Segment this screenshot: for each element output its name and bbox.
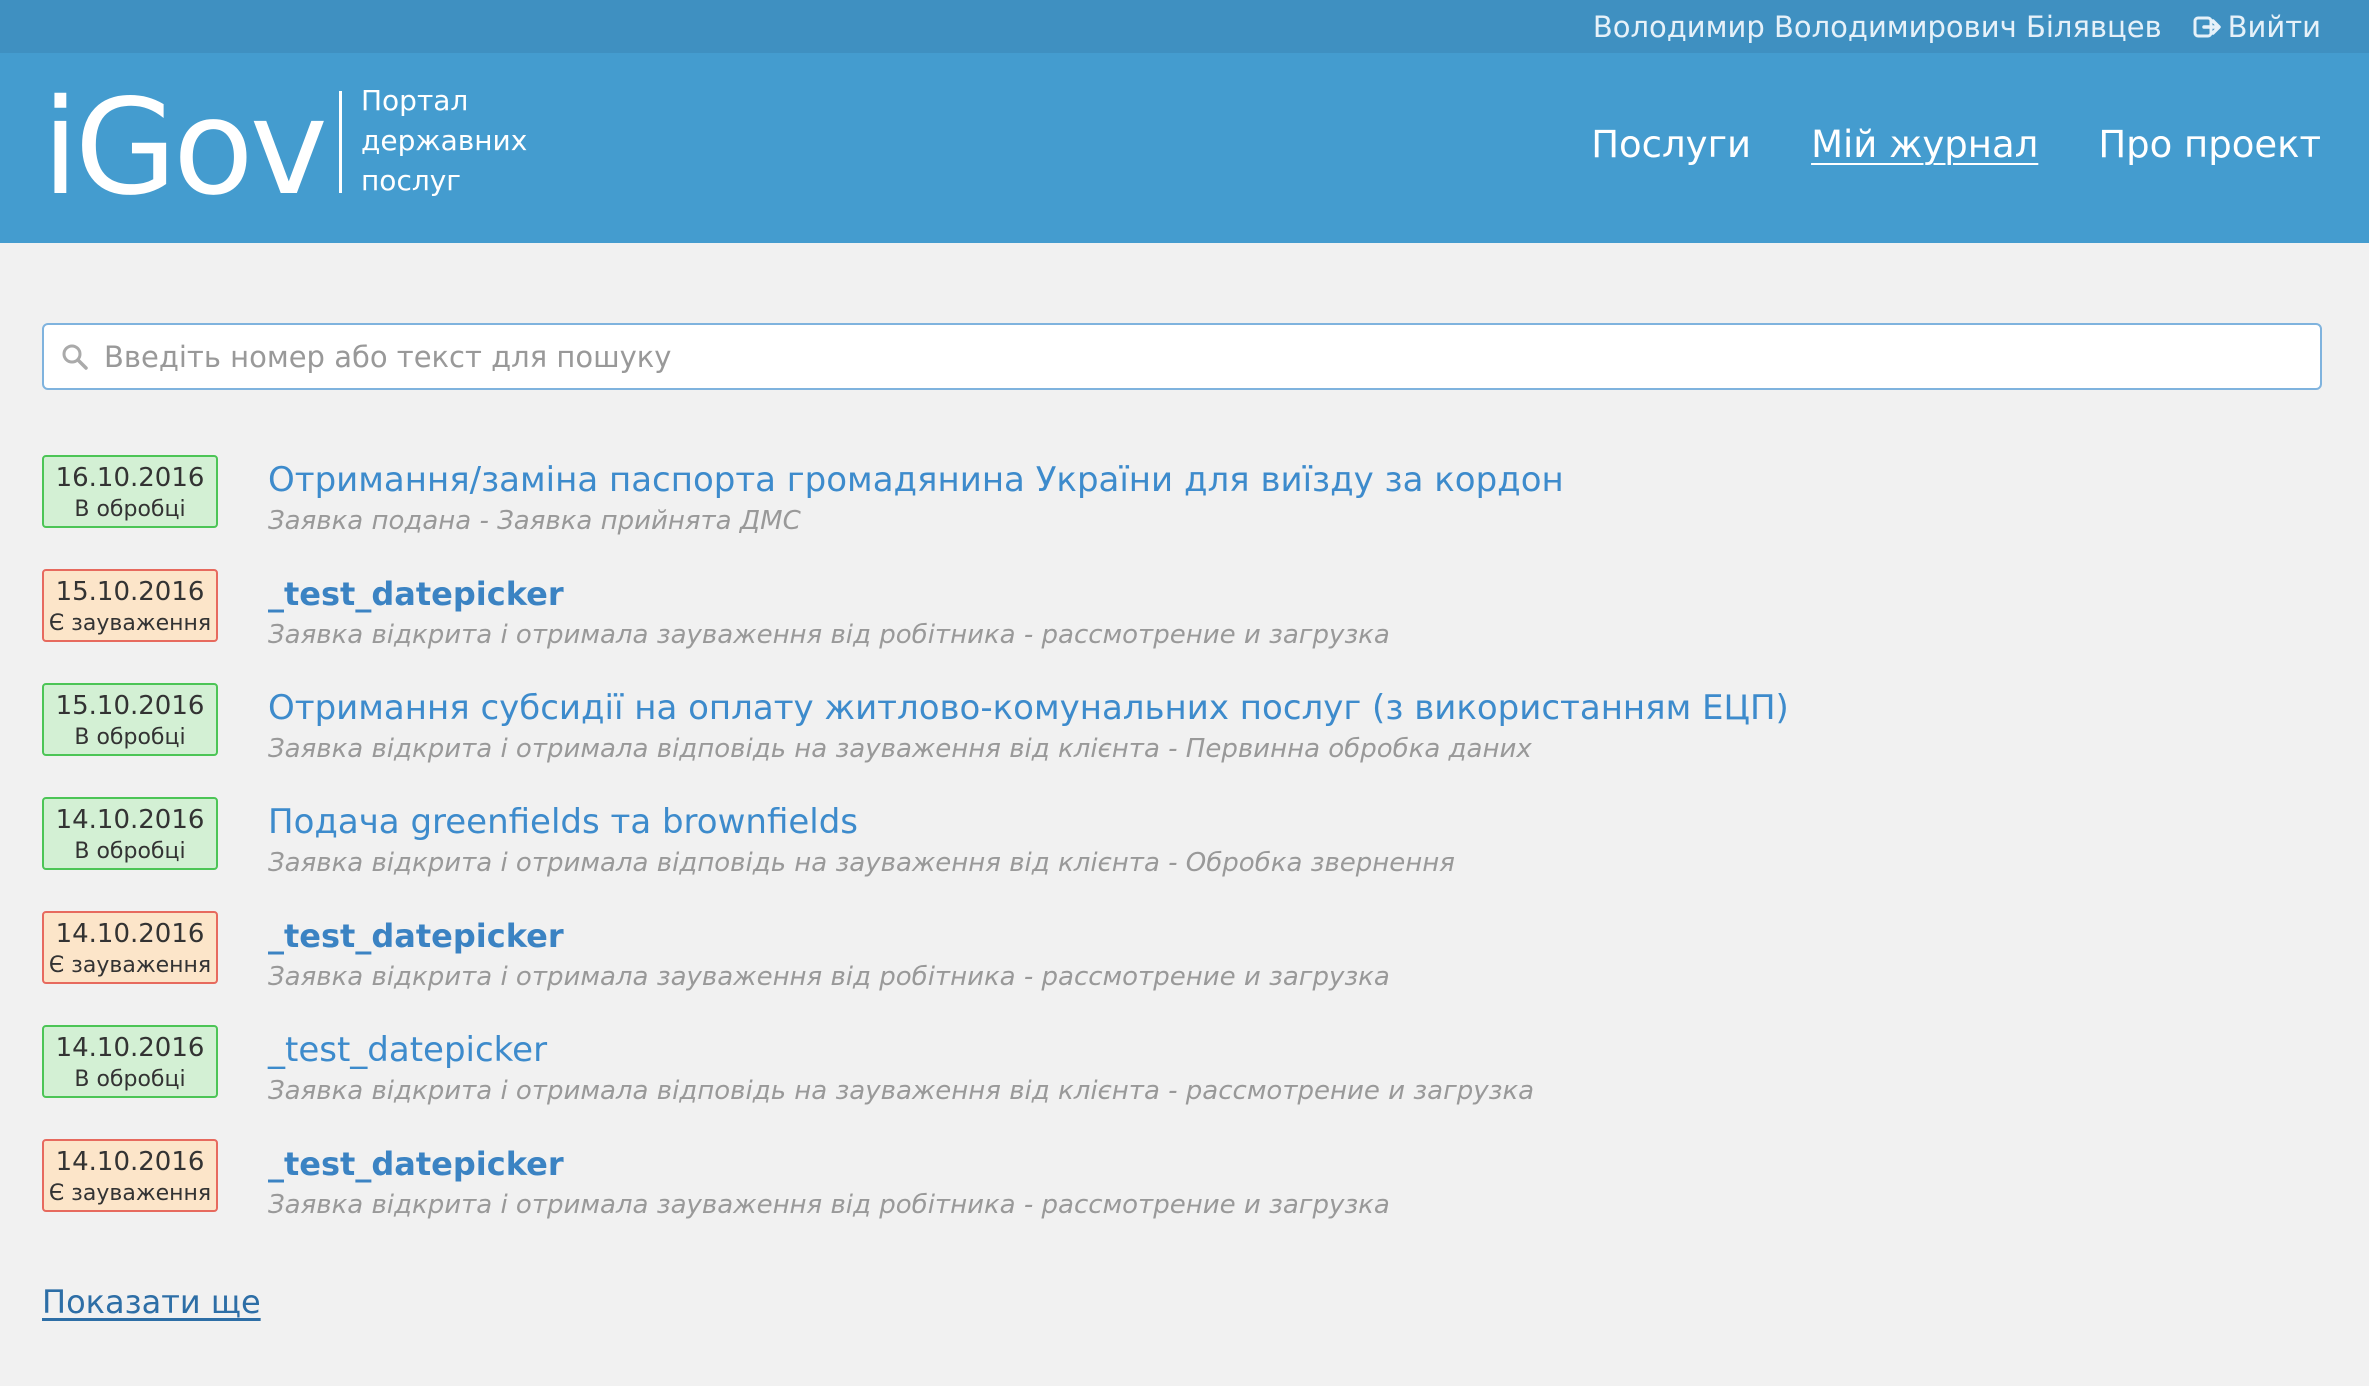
- logo-divider: [339, 91, 342, 193]
- nav-about[interactable]: Про проект: [2098, 123, 2321, 166]
- list-item: 14.10.2016 В обробці Подача greenfields …: [42, 797, 2322, 911]
- tagline: Портал державних послуг: [361, 81, 527, 201]
- main-nav: Послуги Мій журнал Про проект: [1591, 123, 2321, 166]
- status-badge: 14.10.2016 Є зауваження: [42, 911, 218, 984]
- status-badge: 15.10.2016 В обробці: [42, 683, 218, 756]
- item-subtitle: Заявка відкрита і отримала зауваження ві…: [268, 620, 1390, 650]
- item-subtitle: Заявка відкрита і отримала зауваження ві…: [268, 1190, 1390, 1220]
- item-subtitle: Заявка відкрита і отримала відповідь на …: [268, 1076, 1535, 1106]
- badge-status: В обробці: [74, 1067, 186, 1092]
- badge-date: 14.10.2016: [55, 919, 205, 949]
- show-more-link[interactable]: Показати ще: [42, 1283, 261, 1321]
- item-title-link[interactable]: _test_datepicker: [268, 1025, 547, 1075]
- list-item: 14.10.2016 Є зауваження _test_datepicker…: [42, 911, 2322, 1025]
- badge-date: 14.10.2016: [55, 1147, 205, 1177]
- list-item: 14.10.2016 Є зауваження _test_datepicker…: [42, 1139, 2322, 1253]
- badge-date: 16.10.2016: [55, 463, 205, 493]
- status-badge: 15.10.2016 Є зауваження: [42, 569, 218, 642]
- badge-status: Є зауваження: [48, 953, 212, 978]
- tagline-line: Портал: [361, 84, 469, 117]
- user-name[interactable]: Володимир Володимирович Білявцев: [1593, 10, 2162, 44]
- badge-date: 15.10.2016: [55, 577, 205, 607]
- item-subtitle: Заявка відкрита і отримала відповідь на …: [268, 734, 1532, 764]
- nav-services[interactable]: Послуги: [1591, 123, 1751, 166]
- item-title-link[interactable]: Отримання/заміна паспорта громадянина Ук…: [268, 455, 1564, 505]
- badge-status: Є зауваження: [48, 611, 212, 636]
- item-subtitle: Заявка відкрита і отримала відповідь на …: [268, 848, 1455, 878]
- badge-status: Є зауваження: [48, 1181, 212, 1206]
- item-title-link[interactable]: _test_datepicker: [268, 569, 564, 619]
- item-title-link[interactable]: _test_datepicker: [268, 911, 564, 961]
- list-item: 14.10.2016 В обробці _test_datepicker За…: [42, 1025, 2322, 1139]
- list-item: 16.10.2016 В обробці Отримання/заміна па…: [42, 455, 2322, 569]
- tagline-line: послуг: [361, 164, 462, 197]
- logout-button[interactable]: Вийти: [2192, 10, 2321, 44]
- search-icon: [62, 344, 88, 370]
- item-title-link[interactable]: _test_datepicker: [268, 1139, 564, 1189]
- badge-date: 15.10.2016: [55, 691, 205, 721]
- search-input[interactable]: [104, 325, 2320, 388]
- requests-list: 16.10.2016 В обробці Отримання/заміна па…: [42, 455, 2322, 1253]
- badge-date: 14.10.2016: [55, 805, 205, 835]
- badge-status: В обробці: [74, 497, 186, 522]
- top-bar: Володимир Володимирович Білявцев Вийти: [0, 0, 2369, 53]
- search-box: [42, 323, 2322, 390]
- item-title-link[interactable]: Отримання субсидії на оплату житлово-ком…: [268, 683, 1789, 733]
- status-badge: 16.10.2016 В обробці: [42, 455, 218, 528]
- status-badge: 14.10.2016 Є зауваження: [42, 1139, 218, 1212]
- tagline-line: державних: [361, 124, 528, 157]
- badge-status: В обробці: [74, 725, 186, 750]
- badge-date: 14.10.2016: [55, 1033, 205, 1063]
- logout-icon: [2193, 16, 2221, 37]
- list-item: 15.10.2016 В обробці Отримання субсидії …: [42, 683, 2322, 797]
- badge-status: В обробці: [74, 839, 186, 864]
- logout-label: Вийти: [2227, 9, 2321, 44]
- site-header: iGov Портал державних послуг Послуги Мій…: [0, 53, 2369, 243]
- list-item: 15.10.2016 Є зауваження _test_datepicker…: [42, 569, 2322, 683]
- status-badge: 14.10.2016 В обробці: [42, 797, 218, 870]
- status-badge: 14.10.2016 В обробці: [42, 1025, 218, 1098]
- item-subtitle: Заявка подана - Заявка прийнята ДМС: [268, 506, 801, 536]
- item-title-link[interactable]: Подача greenfields та brownfields: [268, 797, 858, 847]
- logo[interactable]: iGov: [42, 73, 328, 223]
- item-subtitle: Заявка відкрита і отримала зауваження ві…: [268, 962, 1390, 992]
- nav-my-journal[interactable]: Мій журнал: [1811, 123, 2038, 166]
